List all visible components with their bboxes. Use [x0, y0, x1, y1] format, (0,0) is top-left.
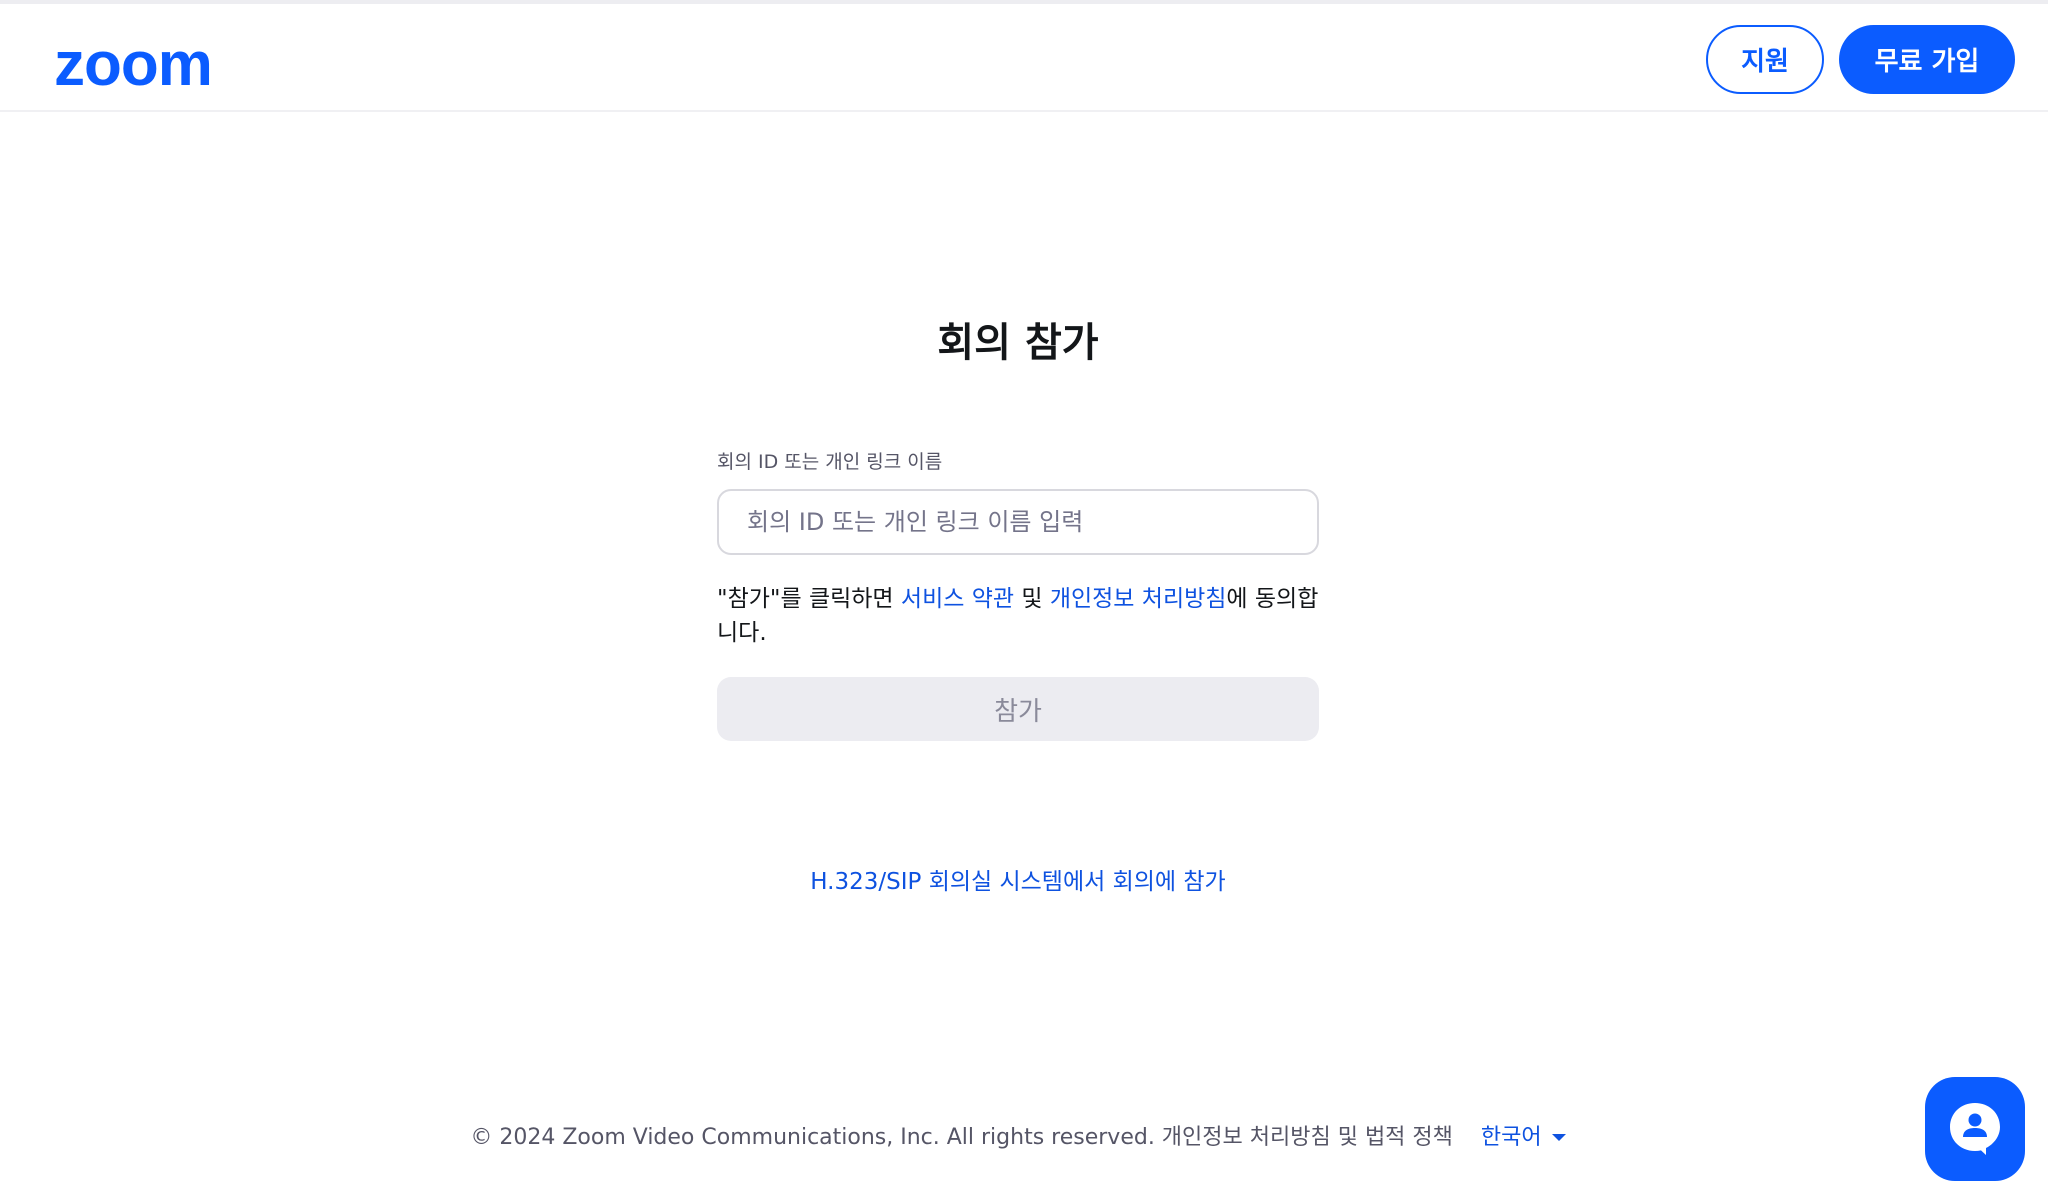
meeting-id-label: 회의 ID 또는 개인 링크 이름: [717, 451, 943, 473]
caret-down-icon: [1551, 1133, 1566, 1141]
support-button[interactable]: 지원: [1706, 25, 1824, 94]
zoom-logo[interactable]: zoom: [54, 34, 213, 96]
sip-room-join-link[interactable]: H.323/SIP 회의실 시스템에서 회의에 참가: [0, 862, 2036, 896]
meeting-id-input[interactable]: [717, 489, 1319, 555]
footer: © 2024 Zoom Video Communications, Inc. A…: [0, 1119, 2036, 1151]
join-button[interactable]: 참가: [717, 677, 1319, 741]
agreement-prefix: "참가"를 클릭하면: [717, 586, 901, 612]
signup-button[interactable]: 무료 가입: [1839, 25, 2015, 94]
agreement-and: 및: [1014, 586, 1050, 612]
header: zoom 지원 무료 가입: [0, 4, 2048, 112]
privacy-policy-link[interactable]: 개인정보 처리방침: [1050, 586, 1227, 612]
language-label: 한국어: [1480, 1125, 1542, 1150]
chat-assistant-icon: [1950, 1103, 2000, 1155]
page-title: 회의 참가: [937, 320, 1099, 366]
page: zoom 지원 무료 가입 회의 참가 회의 ID 또는 개인 링크 이름 "참…: [0, 0, 2048, 1197]
agreement-text: "참가"를 클릭하면 서비스 약관 및 개인정보 처리방침에 동의합니다.: [717, 582, 1327, 650]
language-selector[interactable]: 한국어: [1481, 1119, 1566, 1151]
copyright-text: © 2024 Zoom Video Communications, Inc. A…: [470, 1125, 1453, 1150]
terms-of-service-link[interactable]: 서비스 약관: [901, 586, 1014, 612]
chat-assistant-button[interactable]: [1925, 1077, 2025, 1181]
